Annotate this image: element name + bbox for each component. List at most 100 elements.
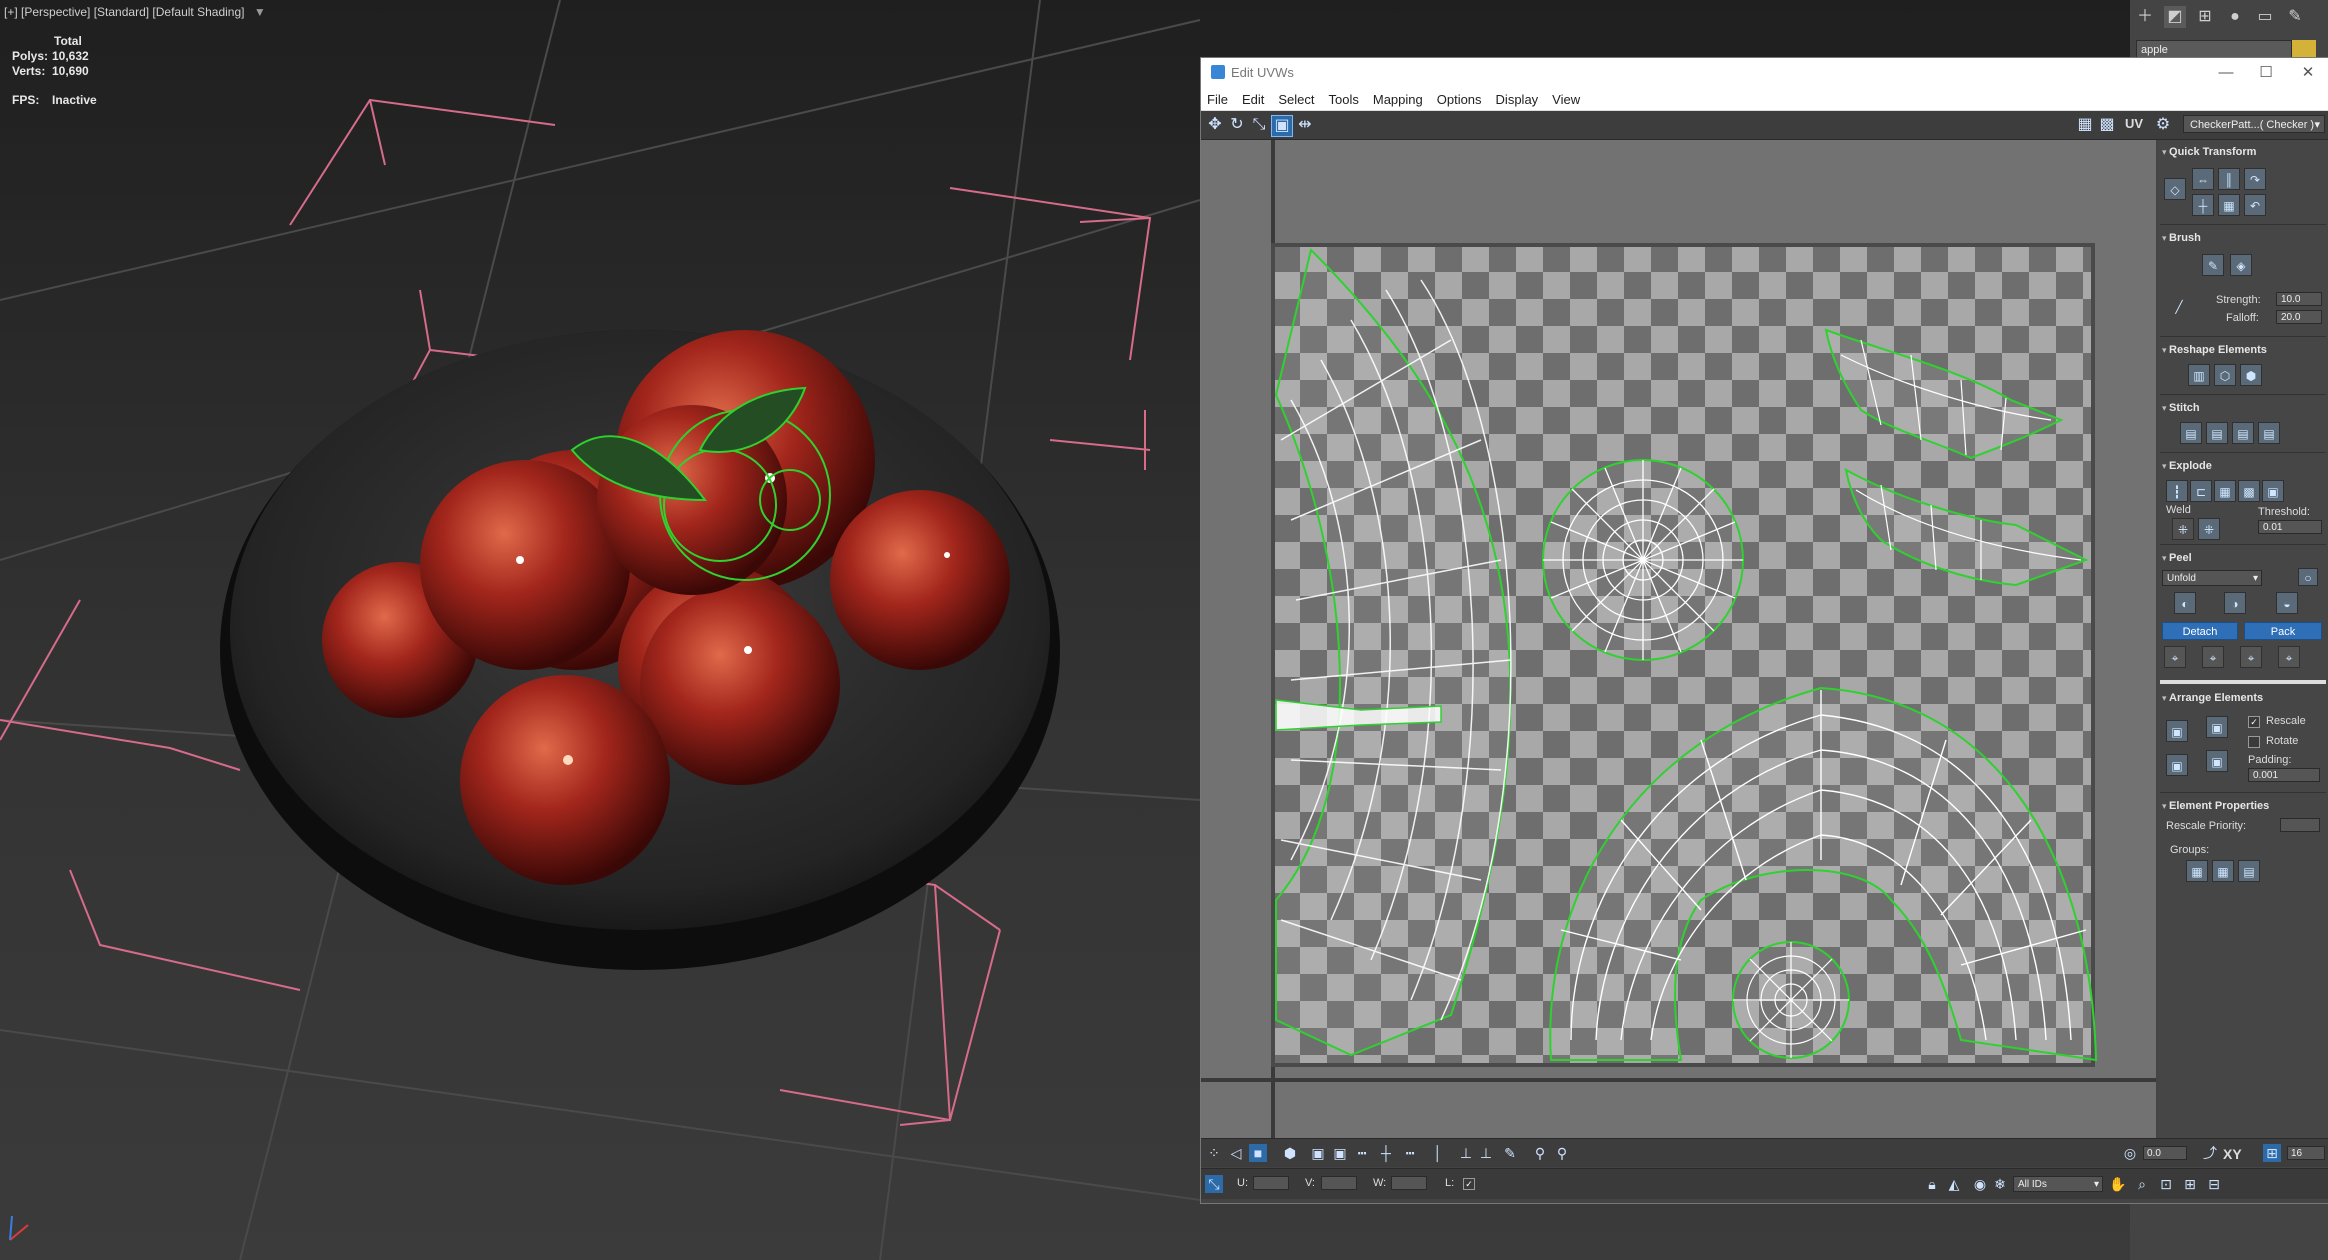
weld-all-icon[interactable]: ⁜	[2198, 518, 2220, 540]
display-icon[interactable]: ▭	[2254, 6, 2276, 28]
menu-mapping[interactable]: Mapping	[1367, 88, 1431, 107]
shrink-icon[interactable]: ▣	[1331, 1144, 1349, 1162]
l-checkbox[interactable]: ✓	[1463, 1178, 1475, 1190]
rescale-priority-spinner[interactable]	[2280, 818, 2320, 832]
space-vertical-icon[interactable]: ▦	[2218, 194, 2240, 216]
auto-pin-icon[interactable]: ⌖	[2240, 646, 2262, 668]
scale-icon[interactable]: ⤡	[1249, 115, 1269, 135]
quick-transform-header[interactable]: Quick Transform	[2162, 146, 2256, 158]
freeform-icon[interactable]: ▣	[1271, 115, 1293, 137]
element-properties-header[interactable]: Element Properties	[2162, 800, 2269, 812]
xy-toggle[interactable]: XY	[2223, 1146, 2242, 1162]
motion-icon[interactable]: ●	[2224, 6, 2246, 28]
relax-icon[interactable]: ⬡	[2214, 364, 2236, 386]
paint-select-icon[interactable]: ✎	[1501, 1144, 1519, 1162]
select-edge-icon[interactable]: ◁	[1227, 1144, 1245, 1162]
pack-button[interactable]: Pack	[2244, 622, 2322, 640]
paint-brush-icon[interactable]: ✎	[2202, 254, 2224, 276]
break-icon[interactable]: ┇	[2166, 480, 2188, 502]
rotate-icon[interactable]: ↻	[1227, 115, 1247, 135]
zoom-region-icon[interactable]: ⊡	[2157, 1175, 2175, 1193]
peel-mode-icon[interactable]: ◑	[2224, 592, 2246, 614]
lscm-icon[interactable]: ◒	[2276, 592, 2298, 614]
snowflake-icon[interactable]: ❄	[1991, 1175, 2009, 1193]
pack-normalize-icon[interactable]: ▣	[2206, 716, 2228, 738]
menu-edit[interactable]: Edit	[1236, 88, 1272, 107]
reset-peel-icon[interactable]: ○	[2298, 568, 2318, 586]
minimize-button[interactable]: —	[2211, 62, 2241, 84]
mirror-icon[interactable]: ⇹	[1295, 115, 1315, 135]
select-pins-icon[interactable]: ⌖	[2278, 646, 2300, 668]
explode-by-material-icon[interactable]: ▦	[2214, 480, 2236, 502]
rotate-ccw-icon[interactable]: ↶	[2244, 194, 2266, 216]
select-vertex-icon[interactable]: ⁘	[1205, 1144, 1223, 1162]
rotate-cw-icon[interactable]: ↷	[2244, 168, 2266, 190]
unlink-icon[interactable]: ⚲	[1553, 1144, 1571, 1162]
rescale-checkbox[interactable]: ✓	[2248, 716, 2260, 728]
pin-icon[interactable]: ⌖	[2164, 646, 2186, 668]
detach-button[interactable]: Detach	[2162, 622, 2238, 640]
stitch-header[interactable]: Stitch	[2162, 402, 2200, 414]
weld-selected-icon[interactable]: ⁜	[2172, 518, 2194, 540]
modify-icon[interactable]: ◩	[2164, 6, 2186, 28]
funnel-icon[interactable]: ▼	[254, 5, 266, 19]
quick-peel-icon[interactable]: ◐	[2174, 592, 2196, 614]
group-select-icon[interactable]: ▦	[2186, 860, 2208, 882]
stitch-source-icon[interactable]: ▤	[2232, 422, 2254, 444]
create-icon[interactable]: ＋	[2134, 6, 2156, 28]
soft-select-icon[interactable]: ◎	[2121, 1144, 2139, 1162]
strength-spinner[interactable]: 10.0	[2276, 292, 2322, 306]
grid-size-field[interactable]: 16	[2287, 1146, 2325, 1160]
material-ids-dropdown[interactable]: All IDs ▾	[2013, 1176, 2103, 1192]
move-icon[interactable]: ✥	[1205, 115, 1225, 135]
rotate-checkbox[interactable]	[2248, 736, 2260, 748]
v-field[interactable]	[1321, 1176, 1357, 1190]
pin-select-icon[interactable]: ⊥	[1457, 1144, 1475, 1162]
pan-icon[interactable]: ✋	[2109, 1175, 2127, 1193]
peel-header[interactable]: Peel	[2162, 552, 2192, 564]
select-element-icon[interactable]: ⬢	[1281, 1144, 1299, 1162]
uv-axis-label[interactable]: UV	[2125, 116, 2143, 131]
falloff-curve-icon[interactable]: ⤴	[2201, 1144, 2219, 1162]
menu-tools[interactable]: Tools	[1323, 88, 1367, 107]
viewport-label[interactable]: [+] [Perspective] [Standard] [Default Sh…	[4, 5, 266, 19]
uv-editor-canvas[interactable]	[1201, 140, 2156, 1138]
close-button[interactable]: ✕	[2293, 62, 2323, 84]
threshold-spinner[interactable]: 0.01	[2258, 520, 2322, 534]
explode-by-angle-icon[interactable]: ▩	[2238, 480, 2260, 502]
checker-toggle-icon[interactable]: ▦	[2075, 115, 2095, 135]
checker-dropdown[interactable]: CheckerPatt...( Checker ) ▾	[2183, 115, 2325, 133]
menu-file[interactable]: File	[1201, 88, 1236, 107]
pack-custom-icon[interactable]: ▣	[2166, 720, 2188, 742]
maximize-button[interactable]: ☐	[2251, 62, 2281, 84]
pipe-icon[interactable]: │	[1429, 1144, 1447, 1162]
hierarchy-icon[interactable]: ⊞	[2194, 6, 2216, 28]
loop-icon[interactable]: ┅	[1353, 1144, 1371, 1162]
group-stack-icon[interactable]: ▤	[2238, 860, 2260, 882]
grow-icon[interactable]: ▣	[1309, 1144, 1327, 1162]
viewport-label-text[interactable]: [+] [Perspective] [Standard] [Default Sh…	[4, 5, 244, 19]
cube-icon[interactable]: ⬢	[2240, 364, 2262, 386]
reshape-elements-header[interactable]: Reshape Elements	[2162, 344, 2267, 356]
space-horizontal-icon[interactable]: ┼	[2192, 194, 2214, 216]
point-icon[interactable]: ⊥	[1477, 1144, 1495, 1162]
falloff-spinner[interactable]: 20.0	[2276, 310, 2322, 324]
u-field[interactable]	[1253, 1176, 1289, 1190]
grid-snap-icon[interactable]: ⊞	[2263, 1144, 2281, 1162]
uvw-titlebar[interactable]: Edit UVWs — ☐ ✕	[1201, 58, 2328, 88]
explode-by-smoothing-icon[interactable]: ⊏	[2190, 480, 2212, 502]
relax-brush-icon[interactable]: ◈	[2230, 254, 2252, 276]
align-vertical-icon[interactable]: ║	[2218, 168, 2240, 190]
brush-header[interactable]: Brush	[2162, 232, 2201, 244]
menu-select[interactable]: Select	[1272, 88, 1322, 107]
menu-options[interactable]: Options	[1431, 88, 1490, 107]
show-map-icon[interactable]: ▩	[2097, 115, 2117, 135]
map-options-icon[interactable]: ⚙	[2153, 115, 2173, 135]
w-field[interactable]	[1391, 1176, 1427, 1190]
link-icon[interactable]: ⚲	[1531, 1144, 1549, 1162]
flatten-icon[interactable]: ▣	[2262, 480, 2284, 502]
lock-icon[interactable]: 🔒︎	[1923, 1175, 1941, 1193]
arrange-elements-header[interactable]: Arrange Elements	[2162, 692, 2263, 704]
align-horizontal-icon[interactable]: ⇔	[2192, 168, 2214, 190]
straighten-icon[interactable]: ▥	[2188, 364, 2210, 386]
